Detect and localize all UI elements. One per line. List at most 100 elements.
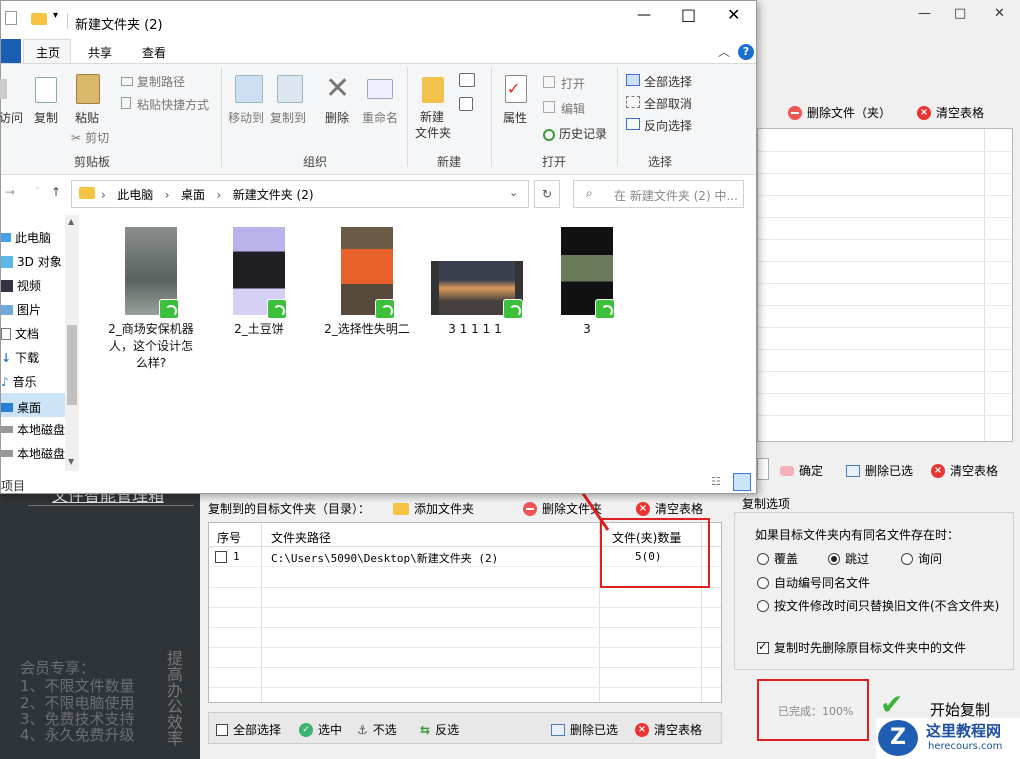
column-header-index[interactable]: 序号	[217, 529, 241, 546]
copy-path-button[interactable]: 复制路径	[121, 73, 185, 90]
large-icons-view-icon[interactable]	[733, 473, 751, 491]
clear-table-button[interactable]: × 清空表格	[917, 104, 984, 121]
partial-input[interactable]	[757, 458, 769, 480]
file-item[interactable]: 2_选择性失明二	[319, 225, 415, 345]
chevron-down-icon[interactable]: ▾	[53, 10, 58, 21]
clear-icon: ×	[635, 722, 649, 737]
back-icon[interactable]: →	[5, 185, 15, 199]
select-button[interactable]: ✓ 选中	[299, 721, 342, 738]
select-all-checkbox[interactable]: 全部选择	[216, 721, 281, 738]
new-folder-button[interactable]: 新建 文件夹	[415, 109, 451, 141]
tab-share[interactable]: 共享	[88, 44, 112, 61]
collapse-ribbon-icon[interactable]: ︿	[718, 43, 730, 60]
delete-selected-button[interactable]: 删除已选	[551, 721, 618, 738]
nav-downloads[interactable]: ↓ 下载	[1, 349, 39, 366]
refresh-icon[interactable]: ↻	[534, 180, 560, 208]
nav-3d-objects[interactable]: 3D 对象	[1, 253, 62, 270]
nav-this-pc[interactable]: 此电脑	[1, 229, 51, 246]
deselect-button[interactable]: ⚓ 不选	[357, 721, 397, 738]
up-icon[interactable]: ↑	[51, 185, 61, 199]
file-item[interactable]: 2_土豆饼	[211, 225, 307, 345]
properties-button[interactable]: 属性	[503, 109, 527, 126]
column-header-path[interactable]: 文件夹路径	[271, 529, 331, 546]
help-icon[interactable]: ?	[738, 44, 754, 60]
select-all-button[interactable]: 全部选择	[626, 73, 692, 90]
file-item[interactable]: 2_商场安保机器 人，这个设计怎 么样?	[103, 225, 199, 373]
invert-button[interactable]: ⇆ 反选	[420, 721, 459, 738]
start-copy-button[interactable]: ✔ 开始复制	[878, 688, 1008, 721]
clear-table-button-bottom[interactable]: × 清空表格	[635, 721, 702, 738]
file-item[interactable]: 3	[539, 225, 635, 345]
delete-button[interactable]: 删除	[325, 109, 349, 126]
copy-to-button[interactable]: 复制到	[270, 109, 306, 126]
close-icon[interactable]: ✕	[994, 6, 1005, 21]
nav-label: 下载	[15, 351, 40, 365]
file-item[interactable]: 3 1 1 1 1	[427, 225, 523, 345]
nav-local-disk-1[interactable]: 本地磁盘	[1, 421, 65, 438]
search-input[interactable]: ⌕ 在 新建文件夹 (2) 中...	[573, 180, 744, 208]
overwrite-radio[interactable]: 覆盖	[757, 550, 798, 567]
history-label: 历史记录	[559, 127, 608, 141]
scroll-thumb[interactable]	[67, 325, 77, 405]
delete-files-button[interactable]: 删除文件（夹）	[788, 104, 891, 121]
replace-by-time-radio[interactable]: 按文件修改时间只替换旧文件(不含文件夹)	[757, 597, 999, 614]
close-icon[interactable]: ✕	[727, 5, 740, 24]
cut-button[interactable]: ✂ 剪切	[71, 129, 109, 146]
search-icon: ⌕	[586, 186, 593, 200]
confirm-label: 确定	[799, 464, 824, 478]
ask-radio[interactable]: 询问	[901, 550, 942, 567]
minimize-icon[interactable]: —	[637, 7, 651, 23]
select-all-label: 全部选择	[233, 723, 282, 737]
folder-icon[interactable]	[31, 13, 47, 25]
details-view-icon[interactable]: ☷	[711, 475, 727, 489]
ribbon-divider	[407, 67, 408, 167]
clear-target-table-button[interactable]: × 清空表格	[636, 500, 703, 517]
paste-shortcut-button[interactable]: 粘贴快捷方式	[121, 96, 209, 113]
nav-scrollbar[interactable]: ▲ ▼	[65, 215, 79, 471]
nav-documents[interactable]: 文档	[1, 325, 39, 342]
history-icon	[543, 128, 555, 141]
confirm-button[interactable]: 确定	[780, 462, 823, 479]
row-checkbox[interactable]	[215, 551, 227, 563]
invert-selection-button[interactable]: 反向选择	[626, 117, 692, 134]
pin-button[interactable]: 固定到快速访问	[0, 109, 23, 126]
move-to-button[interactable]: 移动到	[228, 109, 264, 126]
nav-local-disk-2[interactable]: 本地磁盘	[1, 445, 65, 462]
nav-music[interactable]: ♪ 音乐	[1, 373, 37, 390]
breadcrumb-this-pc[interactable]: 此电脑	[117, 188, 153, 202]
nav-pictures[interactable]: 图片	[1, 301, 41, 318]
open-button[interactable]: 打开	[543, 75, 585, 92]
clear-table-button-mid[interactable]: × 清空表格	[931, 462, 998, 479]
forward-dropdown-icon[interactable]: ˅	[35, 187, 40, 197]
easy-access-icon[interactable]	[459, 97, 473, 111]
maximize-icon[interactable]: □	[954, 6, 966, 21]
minimize-icon[interactable]: —	[918, 6, 931, 21]
paste-button[interactable]: 粘贴	[75, 109, 99, 126]
delete-selected-button-top[interactable]: 删除已选	[846, 462, 913, 479]
add-folder-button[interactable]: 添加文件夹	[393, 500, 474, 517]
breadcrumb-desktop[interactable]: 桌面	[181, 188, 205, 202]
tab-file[interactable]	[1, 39, 21, 63]
maximize-icon[interactable]: □	[681, 5, 696, 24]
nav-desktop[interactable]: 桌面	[1, 393, 65, 417]
chevron-down-icon[interactable]: ⌄	[509, 186, 518, 199]
tab-view[interactable]: 查看	[142, 44, 166, 61]
source-file-table[interactable]	[757, 128, 1013, 442]
scroll-up-icon[interactable]: ▲	[68, 217, 74, 226]
select-none-button[interactable]: 全部取消	[626, 95, 692, 112]
new-item-icon[interactable]	[459, 73, 475, 87]
nav-label: 本地磁盘	[17, 447, 66, 461]
skip-radio[interactable]: 跳过	[828, 550, 869, 567]
breadcrumb-folder[interactable]: 新建文件夹 (2)	[233, 188, 314, 202]
scroll-down-icon[interactable]: ▼	[68, 457, 74, 466]
rename-button[interactable]: 重命名	[362, 109, 398, 126]
quick-access-toolbar: ▾	[5, 9, 67, 27]
properties-icon[interactable]	[5, 11, 17, 25]
delete-first-checkbox[interactable]: 复制时先删除原目标文件夹中的文件	[757, 639, 966, 656]
copy-button[interactable]: 复制	[34, 109, 58, 126]
nav-videos[interactable]: 视频	[1, 277, 41, 294]
history-button[interactable]: 历史记录	[543, 125, 607, 142]
target-folder-label: 复制到的目标文件夹（目录）：	[208, 502, 371, 516]
edit-button[interactable]: 编辑	[543, 100, 585, 117]
auto-number-radio[interactable]: 自动编号同名文件	[757, 574, 870, 591]
